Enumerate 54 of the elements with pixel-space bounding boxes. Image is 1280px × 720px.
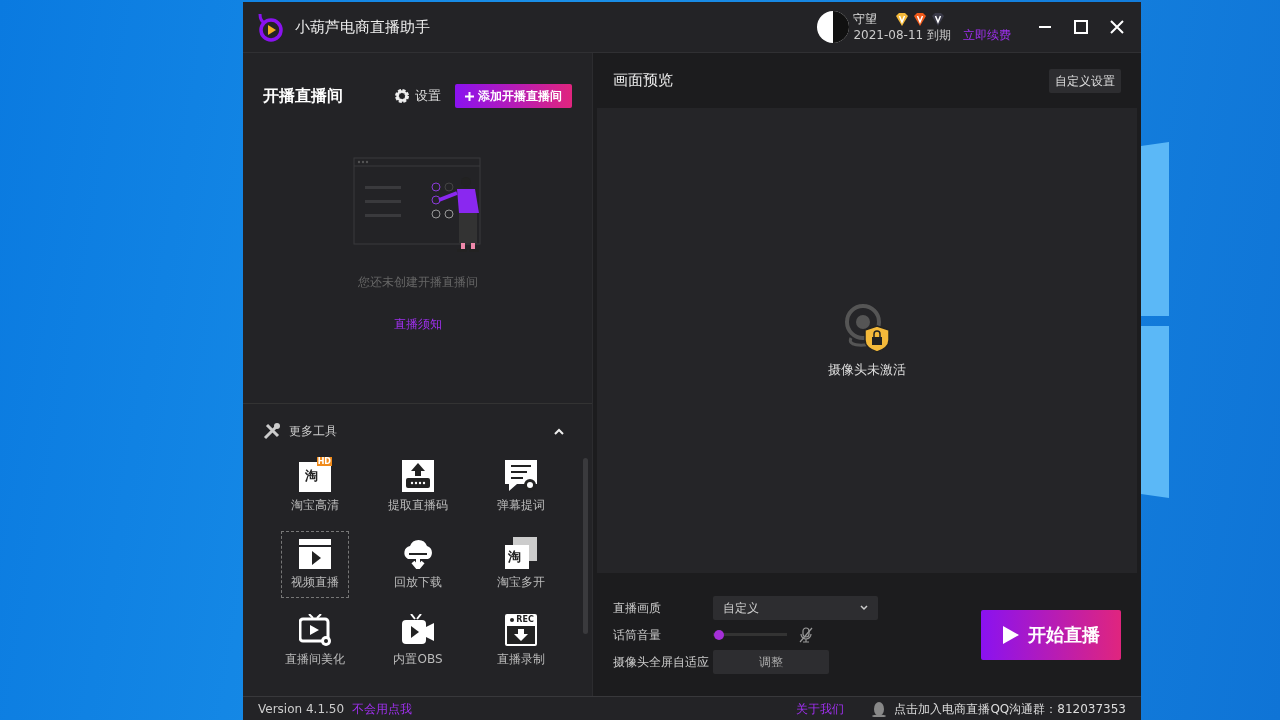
- rec-label: REC: [516, 615, 534, 624]
- vip-gem-icon: [895, 12, 910, 26]
- tool-button[interactable]: 淘 HD 淘宝高清: [280, 454, 349, 521]
- tool-button[interactable]: 提取直播码: [384, 454, 452, 521]
- caret-down-icon: [860, 604, 868, 611]
- locked-webcam-icon: [843, 301, 891, 354]
- settings-icon: [394, 88, 410, 104]
- message-settings-icon: [505, 460, 538, 492]
- tool-button[interactable]: 回放下载: [384, 531, 452, 598]
- maximize-icon[interactable]: [1071, 17, 1091, 37]
- app-logo-icon: [257, 12, 283, 42]
- tv-icon: [298, 614, 331, 646]
- preview-title: 画面预览: [613, 70, 673, 92]
- add-room-button[interactable]: 添加开播直播间: [455, 84, 572, 108]
- play-icon: [1002, 624, 1020, 645]
- vip-gem-icon: [913, 12, 928, 26]
- camera-status: 摄像头未激活: [828, 360, 906, 379]
- quality-label: 直播画质: [613, 599, 662, 617]
- start-live-button[interactable]: 开始直播: [981, 609, 1121, 660]
- settings-link[interactable]: 设置: [394, 86, 441, 106]
- tool-button[interactable]: 弹幕提词: [487, 454, 556, 521]
- avatar-icon: [817, 11, 850, 43]
- record-download-icon: [505, 614, 538, 646]
- collapse-caret-icon[interactable]: [554, 427, 564, 435]
- tools-title: 更多工具: [289, 423, 337, 440]
- quality-dropdown[interactable]: 自定义: [713, 595, 878, 620]
- volume-slider-thumb[interactable]: [714, 629, 725, 640]
- version-text: Version 4.1.50: [258, 700, 345, 718]
- mic-label: 话筒音量: [613, 626, 662, 644]
- empty-message: 您还未创建开播直播间: [357, 274, 478, 291]
- video-camera-icon: [402, 614, 434, 646]
- expiry-date: 2021-08-11 到期: [853, 27, 951, 43]
- tool-button[interactable]: REC 直播录制: [487, 608, 556, 675]
- user-name: 守望: [853, 11, 878, 27]
- tools-icon: [263, 422, 281, 440]
- tool-button[interactable]: 直播间美化: [280, 608, 349, 675]
- icon-glyph: 淘: [508, 549, 522, 565]
- qq-group-text: 点击加入电商直播QQ沟通群：812037353: [894, 700, 1126, 718]
- cloud-download-icon: [402, 537, 434, 569]
- adjust-button[interactable]: 调整: [713, 649, 829, 674]
- upload-code-icon: [402, 460, 434, 492]
- vip-gem-icon: [931, 12, 946, 26]
- section-title: 开播直播间: [263, 85, 343, 107]
- clapperboard-icon: [298, 537, 331, 569]
- custom-settings-button[interactable]: 自定义设置: [1049, 68, 1121, 93]
- camera-fit-label: 摄像头全屏自适应: [613, 653, 709, 671]
- app-title: 小葫芦电商直播助手: [295, 16, 430, 38]
- tool-button[interactable]: 视频直播: [280, 531, 349, 598]
- icon-glyph: 淘: [304, 468, 318, 484]
- tool-button[interactable]: 淘 淘宝多开: [487, 531, 556, 598]
- plus-icon: [465, 91, 474, 101]
- tool-button[interactable]: 内置OBS: [384, 608, 452, 675]
- hd-label: HD: [316, 457, 332, 466]
- taobao-stack-icon: [505, 537, 538, 569]
